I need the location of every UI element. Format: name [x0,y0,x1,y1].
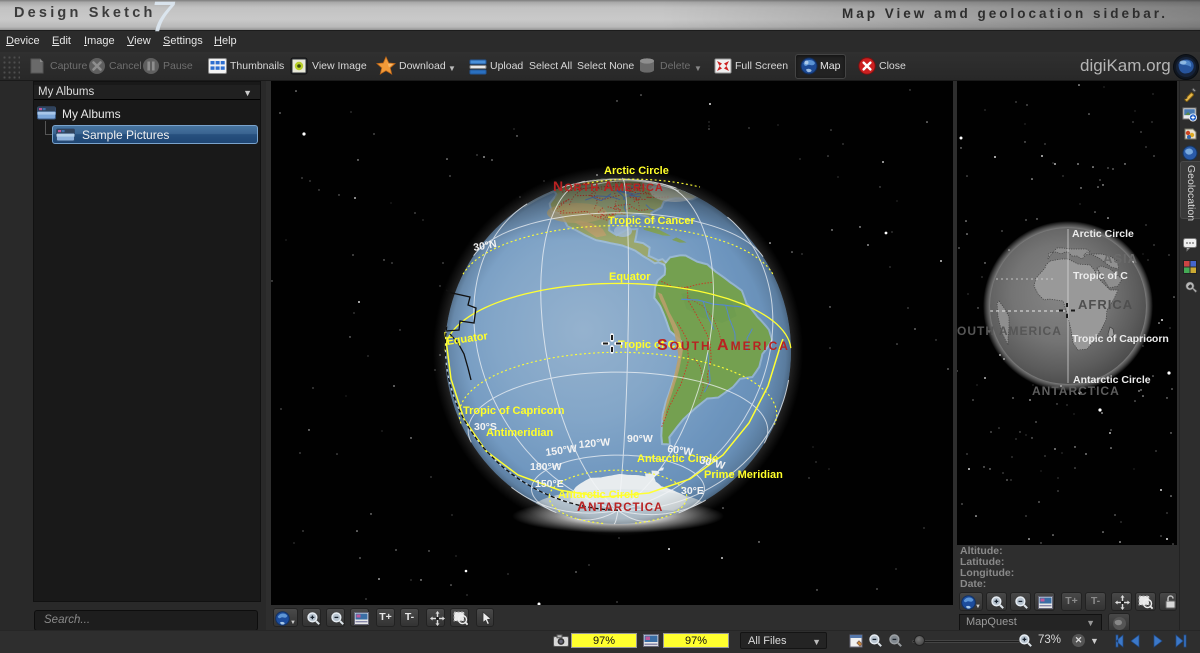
svg-text:Arctic Circle: Arctic Circle [1072,228,1134,240]
svg-text:Tropic of Capricorn: Tropic of Capricorn [1072,333,1169,345]
svg-text:SOUTH AMERICA: SOUTH AMERICA [657,337,790,354]
svg-text:ASIA: ASIA [1103,251,1138,266]
svg-text:OUTH AMERICA: OUTH AMERICA [957,324,1062,338]
svg-text:Equator: Equator [609,271,651,283]
svg-text:Tropic of Cancer: Tropic of Cancer [608,215,696,227]
svg-text:AFRICA: AFRICA [1078,297,1133,312]
svg-text:30°S: 30°S [474,421,497,433]
svg-text:150°E: 150°E [535,478,564,490]
svg-text:ANTARCTICA: ANTARCTICA [1032,384,1120,398]
svg-text:Tropic of C: Tropic of C [1073,270,1128,282]
svg-text:Prime Meridian: Prime Meridian [704,469,783,481]
svg-text:90°W: 90°W [627,433,653,445]
svg-text:Arctic Circle: Arctic Circle [604,165,669,177]
svg-text:Tropic of Capricorn: Tropic of Capricorn [463,405,565,417]
svg-text:30°E: 30°E [681,485,704,497]
svg-text:180°W: 180°W [530,461,562,473]
svg-text:Antarctic Circle: Antarctic Circle [558,489,639,501]
